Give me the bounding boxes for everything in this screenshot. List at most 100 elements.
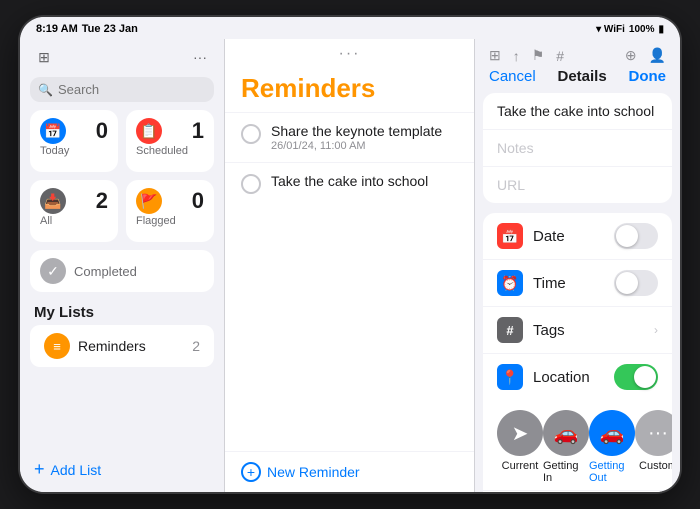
- status-right: ▾ WiFi 100% ▮: [596, 24, 664, 35]
- task-info-card: Take the cake into school Notes URL: [483, 93, 672, 203]
- detail-tag-icon[interactable]: #: [556, 48, 564, 64]
- location-mode-getting-in[interactable]: 🚗 Getting In: [543, 410, 589, 484]
- sidebar-more-button[interactable]: ···: [188, 45, 212, 69]
- notes-field[interactable]: Notes: [483, 130, 672, 167]
- location-toggle[interactable]: [614, 364, 658, 390]
- list-header: Reminders: [225, 69, 474, 112]
- detail-monitor-icon[interactable]: ⊞: [489, 47, 501, 64]
- detail-toolbar-right: ⊕ 👤: [625, 47, 666, 64]
- detail-title: Details: [558, 68, 607, 85]
- all-label: All: [40, 215, 108, 227]
- reminder-circle-1[interactable]: [241, 124, 261, 144]
- location-mode-getting-out[interactable]: 🚗 Getting Out: [589, 410, 635, 484]
- new-reminder-icon: +: [241, 462, 261, 482]
- detail-toolbar: ⊞ ↑ ⚑ # ⊕ 👤: [475, 39, 680, 68]
- scheduled-label: Scheduled: [136, 145, 204, 157]
- reminders-list-item[interactable]: ≡ Reminders 2: [30, 325, 214, 367]
- time: 8:19 AM: [36, 23, 78, 35]
- date-row: 📅 Date: [483, 213, 672, 260]
- location-toggle-knob: [634, 366, 656, 388]
- list-area: ··· Reminders Share the keynote template…: [225, 39, 475, 492]
- add-list-label: Add List: [51, 462, 102, 478]
- location-mode-custom[interactable]: ··· Custom: [635, 410, 672, 484]
- location-label: Location: [533, 369, 604, 386]
- date-toggle-knob: [616, 225, 638, 247]
- battery-icon: ▮: [658, 24, 664, 35]
- time-label: Time: [533, 275, 604, 292]
- date-icon: 📅: [497, 223, 523, 249]
- detail-done-button[interactable]: Done: [629, 68, 667, 85]
- new-reminder-button[interactable]: + New Reminder: [225, 451, 474, 492]
- tags-icon: #: [497, 317, 523, 343]
- location-mode-current[interactable]: ➤ Current: [497, 410, 543, 484]
- status-left: 8:19 AM Tue 23 Jan: [36, 23, 138, 35]
- location-mode-getting-out-icon: 🚗: [589, 410, 635, 456]
- detail-person-icon[interactable]: 👤: [649, 47, 666, 64]
- detail-header: Cancel Details Done: [475, 68, 680, 93]
- location-mode-current-icon: ➤: [497, 410, 543, 456]
- url-field[interactable]: URL: [483, 167, 672, 203]
- location-input-row: Getting out of the car i: [483, 491, 672, 492]
- reminder-text-2: Take the cake into school: [271, 173, 428, 189]
- detail-cancel-button[interactable]: Cancel: [489, 68, 536, 85]
- add-list-icon: +: [34, 459, 45, 480]
- search-icon: 🔍: [38, 83, 53, 97]
- location-mode-getting-in-label: Getting In: [543, 460, 589, 484]
- add-list-button[interactable]: + Add List: [20, 451, 224, 484]
- reminder-item-1[interactable]: Share the keynote template 26/01/24, 11:…: [225, 112, 474, 162]
- completed-label: Completed: [74, 264, 137, 279]
- date-time-location-card: 📅 Date ⏰ Time: [483, 213, 672, 492]
- location-row: 📍 Location: [483, 354, 672, 400]
- location-modes: ➤ Current 🚗 Getting In 🚗 Getting Out: [483, 400, 672, 491]
- reminder-circle-2[interactable]: [241, 174, 261, 194]
- smart-list-scheduled[interactable]: 📋 1 Scheduled: [126, 110, 214, 172]
- smart-list-flagged[interactable]: 🚩 0 Flagged: [126, 180, 214, 242]
- smart-list-today[interactable]: 📅 0 Today: [30, 110, 118, 172]
- location-mode-getting-out-label: Getting Out: [589, 460, 635, 484]
- search-bar[interactable]: 🔍: [30, 77, 214, 102]
- tags-chevron: ›: [654, 323, 658, 337]
- completed-card[interactable]: ✓ Completed: [30, 250, 214, 292]
- battery: 100%: [629, 24, 655, 35]
- detail-share-icon[interactable]: ↑: [513, 48, 520, 64]
- all-count: 2: [96, 188, 108, 214]
- smart-list-all[interactable]: 📥 2 All: [30, 180, 118, 242]
- my-lists-header: My Lists: [20, 300, 224, 325]
- reminders-list-count: 2: [192, 338, 200, 354]
- scheduled-icon: 📋: [136, 118, 162, 144]
- detail-add-icon[interactable]: ⊕: [625, 47, 637, 64]
- sidebar-collapse-button[interactable]: ⊞: [32, 45, 56, 69]
- sidebar-header: ⊞ ···: [20, 39, 224, 73]
- wifi-icon: ▾ WiFi: [596, 24, 625, 35]
- smart-lists: 📅 0 Today 📋 1 Scheduled 📥: [20, 110, 224, 250]
- reminders-list-icon: ≡: [44, 333, 70, 359]
- today-icon: 📅: [40, 118, 66, 144]
- completed-icon: ✓: [40, 258, 66, 284]
- time-icon: ⏰: [497, 270, 523, 296]
- tags-row[interactable]: # Tags ›: [483, 307, 672, 354]
- date-toggle[interactable]: [614, 223, 658, 249]
- tags-label: Tags: [533, 322, 644, 339]
- list-toolbar: ···: [225, 39, 474, 69]
- reminder-item-2[interactable]: Take the cake into school: [225, 162, 474, 204]
- reminder-text-1: Share the keynote template 26/01/24, 11:…: [271, 123, 442, 152]
- location-mode-current-label: Current: [502, 460, 539, 472]
- time-toggle-knob: [616, 272, 638, 294]
- detail-flag-icon[interactable]: ⚑: [532, 47, 545, 64]
- list-title: Reminders: [241, 73, 458, 104]
- reminder-subtitle-1: 26/01/24, 11:00 AM: [271, 140, 442, 152]
- detail-panel: ⊞ ↑ ⚑ # ⊕ 👤 Cancel Details Done Take th: [475, 39, 680, 492]
- status-bar: 8:19 AM Tue 23 Jan ▾ WiFi 100% ▮: [20, 17, 680, 39]
- flagged-count: 0: [192, 188, 204, 214]
- reminder-title-2: Take the cake into school: [271, 173, 428, 189]
- reminder-title-1: Share the keynote template: [271, 123, 442, 139]
- flagged-icon: 🚩: [136, 188, 162, 214]
- new-reminder-label: New Reminder: [267, 464, 360, 480]
- task-name[interactable]: Take the cake into school: [483, 93, 672, 130]
- detail-toolbar-icons: ⊞ ↑ ⚑ #: [489, 47, 564, 64]
- main-content: ⊞ ··· 🔍 📅 0 Today �: [20, 39, 680, 492]
- search-input[interactable]: [58, 82, 206, 97]
- date-label: Date: [533, 228, 604, 245]
- today-count: 0: [96, 118, 108, 144]
- time-toggle[interactable]: [614, 270, 658, 296]
